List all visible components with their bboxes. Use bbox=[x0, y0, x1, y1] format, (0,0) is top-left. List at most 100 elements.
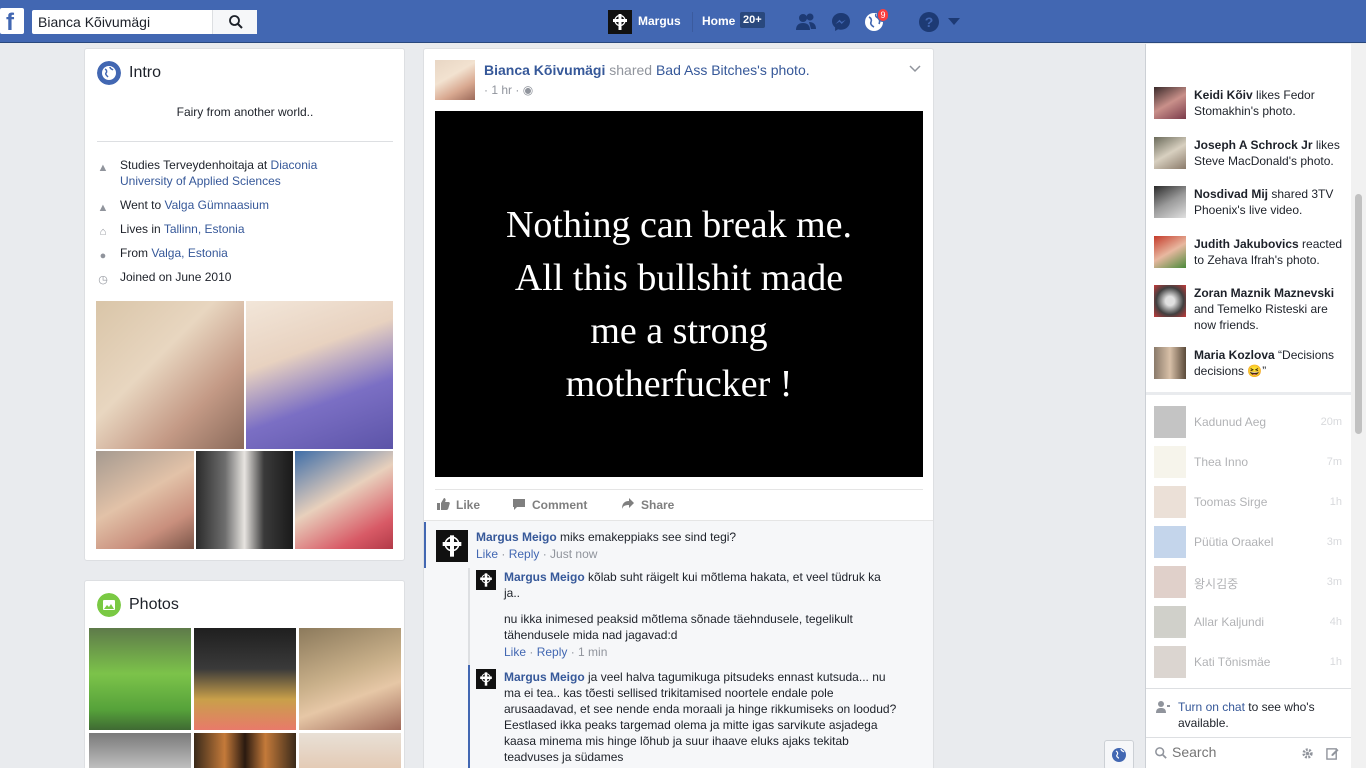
turn-on-chat-link[interactable]: Turn on chat bbox=[1178, 700, 1245, 714]
globe-intro-icon bbox=[97, 61, 121, 85]
comment-like-link[interactable]: Like bbox=[476, 547, 498, 561]
actions-divider bbox=[435, 489, 923, 490]
study-prefix: Studies Terveydenhoitaja at bbox=[120, 158, 271, 172]
comment-author-link[interactable]: Margus Meigo bbox=[476, 530, 557, 544]
went-prefix: Went to bbox=[120, 198, 165, 212]
reply-reply-link[interactable]: Reply bbox=[537, 645, 568, 659]
ticker-name: Zoran Maznik Maznevski bbox=[1194, 286, 1335, 300]
ticker-avatar bbox=[1154, 285, 1186, 317]
joined-text: Joined on June 2010 bbox=[120, 270, 232, 284]
comment-label: Comment bbox=[532, 498, 588, 512]
featured-photo[interactable] bbox=[96, 451, 194, 549]
reply-avatar[interactable] bbox=[476, 669, 496, 689]
share-button[interactable]: Share bbox=[621, 497, 674, 512]
lives-prefix: Lives in bbox=[120, 222, 164, 236]
photo-thumbnail[interactable] bbox=[89, 628, 191, 730]
contact-name: Püütia Oraakel bbox=[1194, 535, 1274, 549]
floating-globe-button[interactable] bbox=[1104, 740, 1134, 768]
featured-photo[interactable] bbox=[246, 301, 393, 449]
post-time[interactable]: 1 hr bbox=[491, 83, 512, 97]
photo-thumbnail[interactable] bbox=[299, 628, 401, 730]
post-options-chevron-icon[interactable] bbox=[909, 65, 921, 73]
chat-off-notice: Turn on chat to see who's available. bbox=[1146, 688, 1351, 740]
post-author-link[interactable]: Bianca Kõivumägi bbox=[484, 62, 605, 78]
reply-avatar[interactable] bbox=[476, 570, 496, 590]
contact-name: Kati Tõnismäe bbox=[1194, 655, 1271, 669]
contact-avatar bbox=[1154, 486, 1186, 518]
svg-text:?: ? bbox=[925, 14, 934, 30]
contact-last-active: 1h bbox=[1329, 656, 1342, 668]
photo-thumbnail[interactable] bbox=[89, 733, 191, 768]
comment-reply-link[interactable]: Reply bbox=[509, 547, 540, 561]
image-text-line: me a strong bbox=[590, 310, 768, 352]
lives-link[interactable]: Tallinn, Estonia bbox=[164, 222, 245, 236]
reply-body: Margus Meigo ja veel halva tagumikuga pi… bbox=[504, 669, 899, 765]
facebook-logo[interactable]: f bbox=[0, 8, 24, 36]
gear-icon[interactable] bbox=[1301, 747, 1314, 760]
contact-avatar bbox=[1154, 526, 1186, 558]
search-icon bbox=[229, 15, 243, 29]
image-text-line: motherfucker ! bbox=[565, 363, 793, 405]
chat-contact[interactable]: Toomas Sirge 1h bbox=[1154, 486, 1342, 518]
ticker-avatar bbox=[1154, 87, 1186, 119]
post-image[interactable]: Nothing can break me. All this bullshit … bbox=[435, 111, 923, 477]
featured-photo[interactable] bbox=[196, 451, 293, 549]
went-link[interactable]: Valga Gümnaasium bbox=[164, 198, 269, 212]
friend-requests-icon[interactable] bbox=[795, 11, 817, 33]
chat-contact[interactable]: Püütia Oraakel 3m bbox=[1154, 526, 1342, 558]
chat-search-input[interactable] bbox=[1172, 744, 1292, 760]
search-button[interactable] bbox=[212, 10, 257, 34]
top-navigation-bar: f Margus Home 20+ 9 ? bbox=[0, 0, 1366, 43]
post-meta: · 1 hr · ◉ bbox=[484, 83, 533, 97]
reply-author-link[interactable]: Margus Meigo bbox=[504, 670, 585, 684]
like-button[interactable]: Like bbox=[436, 497, 480, 512]
reply-text: ja veel halva tagumikuga pitsudeks ennas… bbox=[504, 670, 897, 764]
comment-button[interactable]: Comment bbox=[512, 497, 587, 512]
help-icon[interactable]: ? bbox=[918, 11, 940, 33]
featured-photo[interactable] bbox=[96, 301, 244, 449]
chat-contact[interactable]: Kadunud Aeg 20m bbox=[1154, 406, 1342, 438]
home-link[interactable]: Home bbox=[702, 14, 735, 28]
search-input[interactable] bbox=[32, 10, 212, 34]
contact-avatar bbox=[1154, 606, 1186, 638]
scrollbar-thumb[interactable] bbox=[1355, 194, 1362, 434]
clock-icon: ◷ bbox=[98, 274, 108, 286]
ticker-name: Judith Jakubovics bbox=[1194, 237, 1299, 251]
home-icon: ⌂ bbox=[99, 226, 107, 238]
photo-thumbnail[interactable] bbox=[194, 628, 296, 730]
comment-avatar[interactable] bbox=[436, 530, 468, 562]
ticker-name: Keidi Kõiv bbox=[1194, 88, 1253, 102]
user-avatar[interactable] bbox=[608, 10, 632, 34]
messenger-icon[interactable] bbox=[830, 11, 852, 33]
chat-contact[interactable]: Allar Kaljundi 4h bbox=[1154, 606, 1342, 638]
ticker-text: and Temelko Risteski are now friends. bbox=[1194, 302, 1328, 332]
share-icon bbox=[622, 498, 634, 509]
featured-photo[interactable] bbox=[295, 451, 393, 549]
intro-card: Intro Fairy from another world.. ▲ Studi… bbox=[84, 48, 405, 561]
photo-thumbnail[interactable] bbox=[299, 733, 401, 768]
contact-last-active: 1h bbox=[1329, 496, 1342, 508]
photo-thumbnail[interactable] bbox=[194, 733, 296, 768]
home-count-badge: 20+ bbox=[740, 12, 765, 28]
from-prefix: From bbox=[120, 246, 152, 260]
reply-author-link[interactable]: Margus Meigo bbox=[504, 570, 585, 584]
chat-contact[interactable]: Thea Inno 7m bbox=[1154, 446, 1342, 478]
ticker-chat-divider bbox=[1146, 392, 1351, 395]
chat-contact[interactable]: 왕시김중 3m bbox=[1154, 566, 1342, 598]
photo-link-suffix[interactable]: 's photo. bbox=[757, 62, 810, 78]
shared-page-link[interactable]: Bad Ass Bitches bbox=[656, 62, 757, 78]
page-scrollbar[interactable] bbox=[1351, 44, 1366, 768]
comment-time: Just now bbox=[550, 547, 598, 561]
compose-icon[interactable] bbox=[1326, 747, 1339, 760]
right-sidebar: Keidi Kõiv likes Fedor Stomakhin's photo… bbox=[1145, 44, 1351, 768]
contact-avatar bbox=[1154, 646, 1186, 678]
reply-body: Margus Meigo kõlab suht räigelt kui mõtl… bbox=[504, 569, 894, 601]
post-author-avatar[interactable] bbox=[435, 60, 475, 100]
account-menu-dropdown-icon[interactable] bbox=[948, 18, 960, 26]
from-link[interactable]: Valga, Estonia bbox=[151, 246, 228, 260]
reply-like-link[interactable]: Like bbox=[504, 645, 526, 659]
profile-link[interactable]: Margus bbox=[638, 14, 681, 28]
location-pin-icon: ● bbox=[99, 250, 107, 262]
chat-contact[interactable]: Kati Tõnismäe 1h bbox=[1154, 646, 1342, 678]
search-icon bbox=[1155, 747, 1167, 759]
